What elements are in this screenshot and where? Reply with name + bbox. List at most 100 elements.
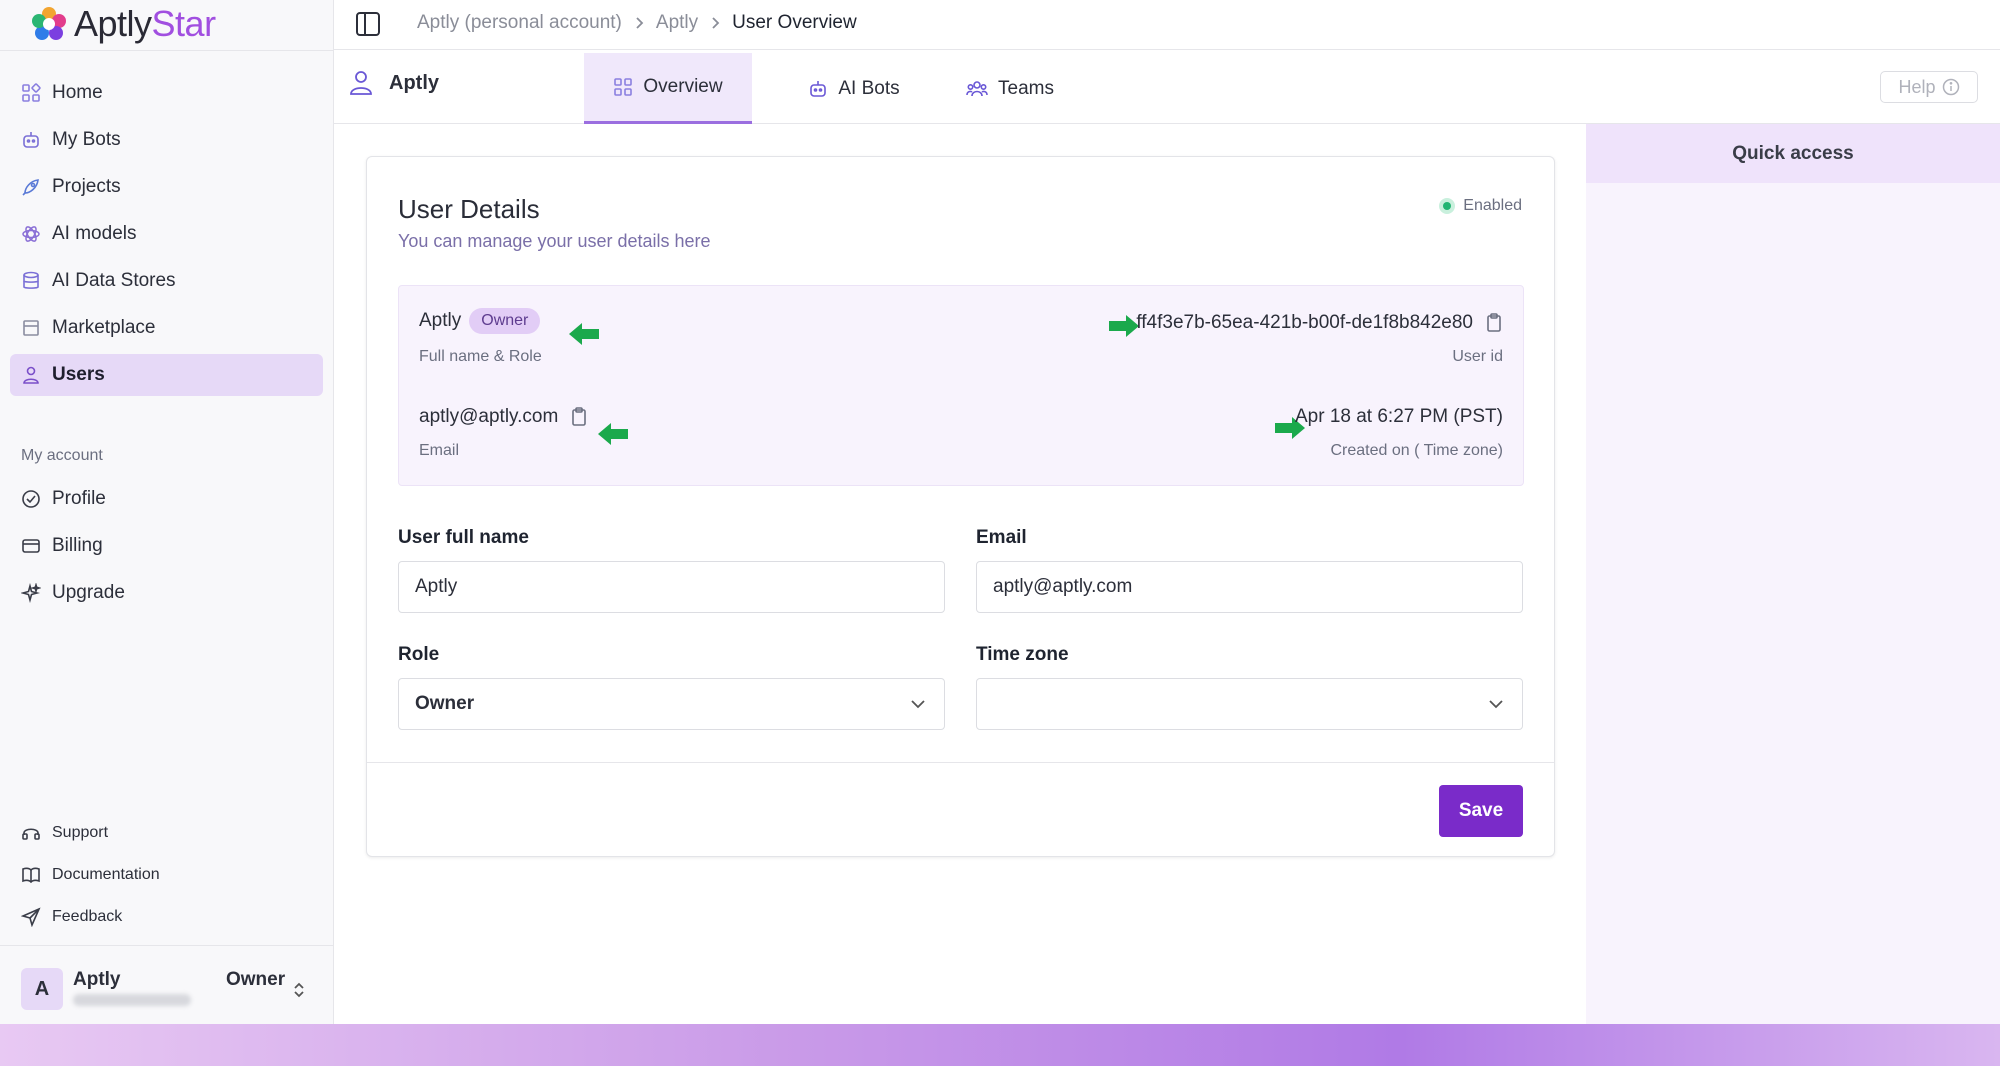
team-icon <box>966 79 988 99</box>
send-icon <box>20 906 42 928</box>
email-row: aptly@aptly.com <box>419 406 588 428</box>
avatar: A <box>21 968 63 1010</box>
atom-icon <box>20 223 42 245</box>
card-subtitle: You can manage your user details here <box>398 231 711 251</box>
sidebar-item-profile[interactable]: Profile <box>10 478 323 520</box>
tab-overview[interactable]: Overview <box>584 53 752 124</box>
sidebar-item-projects[interactable]: Projects <box>10 166 323 208</box>
sidebar-item-label: Billing <box>52 535 103 556</box>
user-id-row: ff4f3e7b-65ea-421b-b00f-de1f8b842e80 <box>1136 312 1503 334</box>
timezone-label: Time zone <box>976 644 1069 665</box>
aptlystar-logo-icon <box>30 5 68 43</box>
user-icon <box>20 364 42 386</box>
sidebar-item-label: Profile <box>52 488 106 509</box>
quick-access-title: Quick access <box>1586 124 2000 183</box>
tab-teams[interactable]: Teams <box>940 53 1080 124</box>
breadcrumb-item-current: User Overview <box>732 12 857 33</box>
card-title: User Details <box>398 194 540 224</box>
grid-icon <box>20 82 42 104</box>
sidebar: AptlyStar Home My Bots Projects AI model… <box>0 0 334 1024</box>
save-button[interactable]: Save <box>1439 785 1523 837</box>
grid-icon <box>613 77 633 97</box>
sidebar-item-ai-data-stores[interactable]: AI Data Stores <box>10 260 323 302</box>
arrow-left-icon <box>569 322 599 346</box>
sidebar-item-label: AI models <box>52 223 137 244</box>
sidebar-item-upgrade[interactable]: Upgrade <box>10 572 323 614</box>
sidebar-toggle-icon[interactable] <box>354 10 382 38</box>
database-icon <box>20 270 42 292</box>
bottom-gradient-band <box>0 1024 2000 1066</box>
email-input[interactable] <box>976 561 1523 613</box>
role-badge: Owner <box>469 308 541 334</box>
user-role: Owner <box>226 969 286 990</box>
redacted-email <box>73 994 191 1006</box>
breadcrumb-item-aptly[interactable]: Aptly <box>656 12 698 34</box>
email-value: aptly@aptly.com <box>419 406 559 427</box>
role-select[interactable]: Owner <box>398 678 945 730</box>
user-switcher[interactable]: A Aptly Owner <box>0 945 334 1023</box>
top-bar: Aptly (personal account) Aptly User Over… <box>334 0 2000 50</box>
arrow-left-icon <box>598 422 628 446</box>
tab-bar: Aptly Overview AI Bots Teams Help <box>334 50 2000 124</box>
sidebar-item-my-bots[interactable]: My Bots <box>10 119 323 161</box>
sidebar-item-label: Marketplace <box>52 317 156 338</box>
sidebar-item-feedback[interactable]: Feedback <box>10 899 323 935</box>
sidebar-item-marketplace[interactable]: Marketplace <box>10 307 323 349</box>
chevron-right-icon <box>634 16 644 30</box>
quick-access-panel: Quick access <box>1586 124 2000 1024</box>
section-label-my-account: My account <box>21 447 103 464</box>
card-footer-divider <box>367 762 1554 763</box>
sidebar-item-support[interactable]: Support <box>10 815 323 851</box>
sidebar-item-label: Documentation <box>52 866 160 883</box>
credit-card-icon <box>20 535 42 557</box>
rocket-icon <box>20 176 42 198</box>
sidebar-item-documentation[interactable]: Documentation <box>10 857 323 893</box>
sidebar-item-label: AI Data Stores <box>52 270 176 291</box>
timezone-select[interactable] <box>976 678 1523 730</box>
sidebar-divider <box>0 50 334 51</box>
copy-icon[interactable] <box>1485 313 1503 333</box>
user-icon <box>349 70 373 96</box>
user-name: Aptly <box>73 969 121 990</box>
status-label: Enabled <box>1463 197 1522 214</box>
help-label: Help <box>1898 76 1936 97</box>
role-select-value: Owner <box>415 693 475 714</box>
sidebar-item-label: Users <box>52 364 105 385</box>
chevron-down-icon <box>1488 699 1504 709</box>
tab-ai-bots[interactable]: AI Bots <box>784 53 924 124</box>
info-name-label: Full name & Role <box>419 348 542 365</box>
app-logo[interactable]: AptlyStar <box>30 2 216 46</box>
created-label: Created on ( Time zone) <box>1330 442 1503 459</box>
check-circle-icon <box>20 488 42 510</box>
copy-icon[interactable] <box>570 407 588 427</box>
footer-nav: Support Documentation Feedback <box>10 815 323 941</box>
user-id-label: User id <box>1452 348 1503 365</box>
chevron-down-icon <box>910 699 926 709</box>
tab-label: Overview <box>643 76 723 97</box>
chevron-right-icon <box>710 16 720 30</box>
status-dot-icon <box>1439 198 1456 214</box>
sidebar-item-billing[interactable]: Billing <box>10 525 323 567</box>
sidebar-item-users[interactable]: Users <box>10 354 323 396</box>
sidebar-item-ai-models[interactable]: AI models <box>10 213 323 255</box>
email-label: Email <box>419 442 460 459</box>
sidebar-item-label: Upgrade <box>52 582 125 603</box>
info-icon <box>1942 78 1960 96</box>
full-name-input[interactable] <box>398 561 945 613</box>
user-id-value: ff4f3e7b-65ea-421b-b00f-de1f8b842e80 <box>1136 312 1473 333</box>
full-name-label: User full name <box>398 527 529 548</box>
breadcrumb-item-account[interactable]: Aptly (personal account) <box>417 12 622 34</box>
brand-name: AptlyStar <box>74 3 216 44</box>
sidebar-item-label: My Bots <box>52 129 121 150</box>
sparkle-icon <box>20 582 42 604</box>
sidebar-item-label: Support <box>52 824 109 841</box>
bot-icon <box>808 79 828 99</box>
chevron-up-down-icon[interactable] <box>292 980 306 1000</box>
sidebar-item-home[interactable]: Home <box>10 72 323 114</box>
store-icon <box>20 317 42 339</box>
book-icon <box>20 864 42 886</box>
help-button[interactable]: Help <box>1880 71 1978 103</box>
sidebar-item-label: Home <box>52 82 103 103</box>
account-name: Aptly <box>389 71 439 94</box>
user-info-panel: Aptly Owner Full name & Role ff4f3e7b-65… <box>398 285 1524 486</box>
